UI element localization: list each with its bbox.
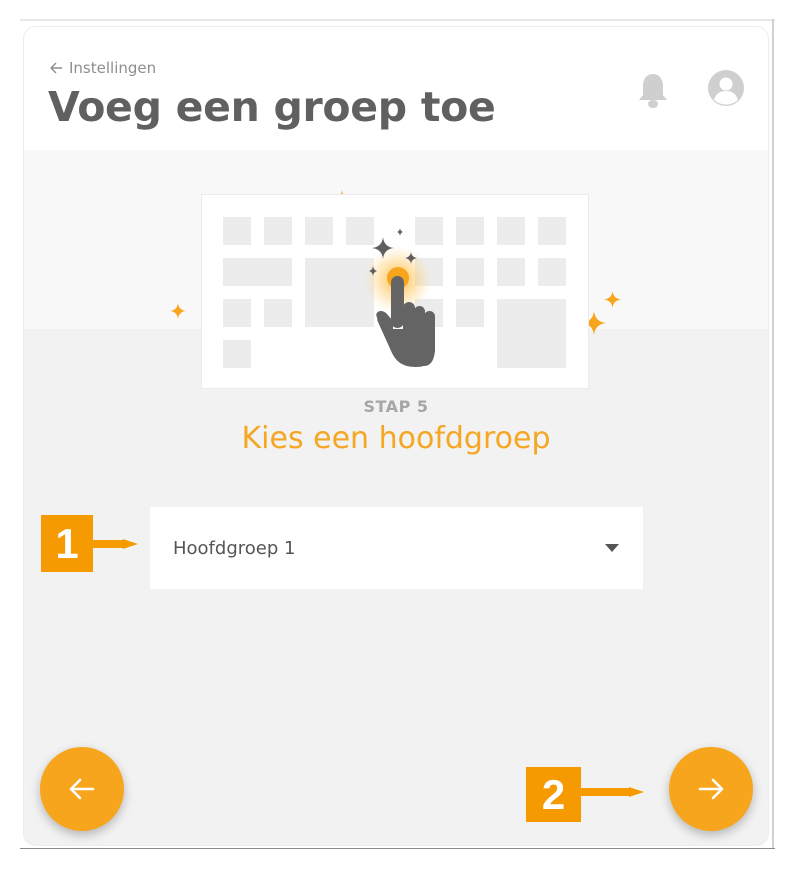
main-group-select-value: Hoofdgroep 1 xyxy=(173,537,296,559)
sparkle-icon xyxy=(604,291,621,308)
next-step-button[interactable] xyxy=(669,747,753,831)
arrow-right-icon xyxy=(698,778,724,800)
previous-step-button[interactable] xyxy=(40,747,124,831)
main-group-select[interactable]: Hoofdgroep 1 xyxy=(150,507,643,589)
arrow-left-small-icon xyxy=(50,62,62,74)
user-avatar-icon[interactable] xyxy=(707,69,745,107)
wizard-card: Instellingen Voeg een groep toe STAP 5 K… xyxy=(24,27,768,845)
back-link-label: Instellingen xyxy=(69,59,157,77)
sparkle-icon xyxy=(170,303,186,319)
step-title: Kies een hoofdgroep xyxy=(241,421,551,456)
annotation-arrow-2 xyxy=(581,787,644,797)
step-label: STAP 5 xyxy=(363,397,429,416)
caret-down-icon[interactable] xyxy=(605,544,619,552)
keyboard-illustration xyxy=(202,195,588,388)
back-link[interactable]: Instellingen xyxy=(50,59,156,77)
window-frame-bottom xyxy=(20,848,775,849)
window-frame-right xyxy=(772,19,774,849)
annotation-marker-1: 1 xyxy=(41,515,93,572)
window-frame-top xyxy=(20,19,775,21)
bell-icon[interactable] xyxy=(636,70,670,110)
annotation-marker-2: 2 xyxy=(526,767,581,822)
page-title: Voeg een groep toe xyxy=(48,83,496,131)
annotation-arrow-1 xyxy=(93,539,138,549)
arrow-left-icon xyxy=(69,778,95,800)
